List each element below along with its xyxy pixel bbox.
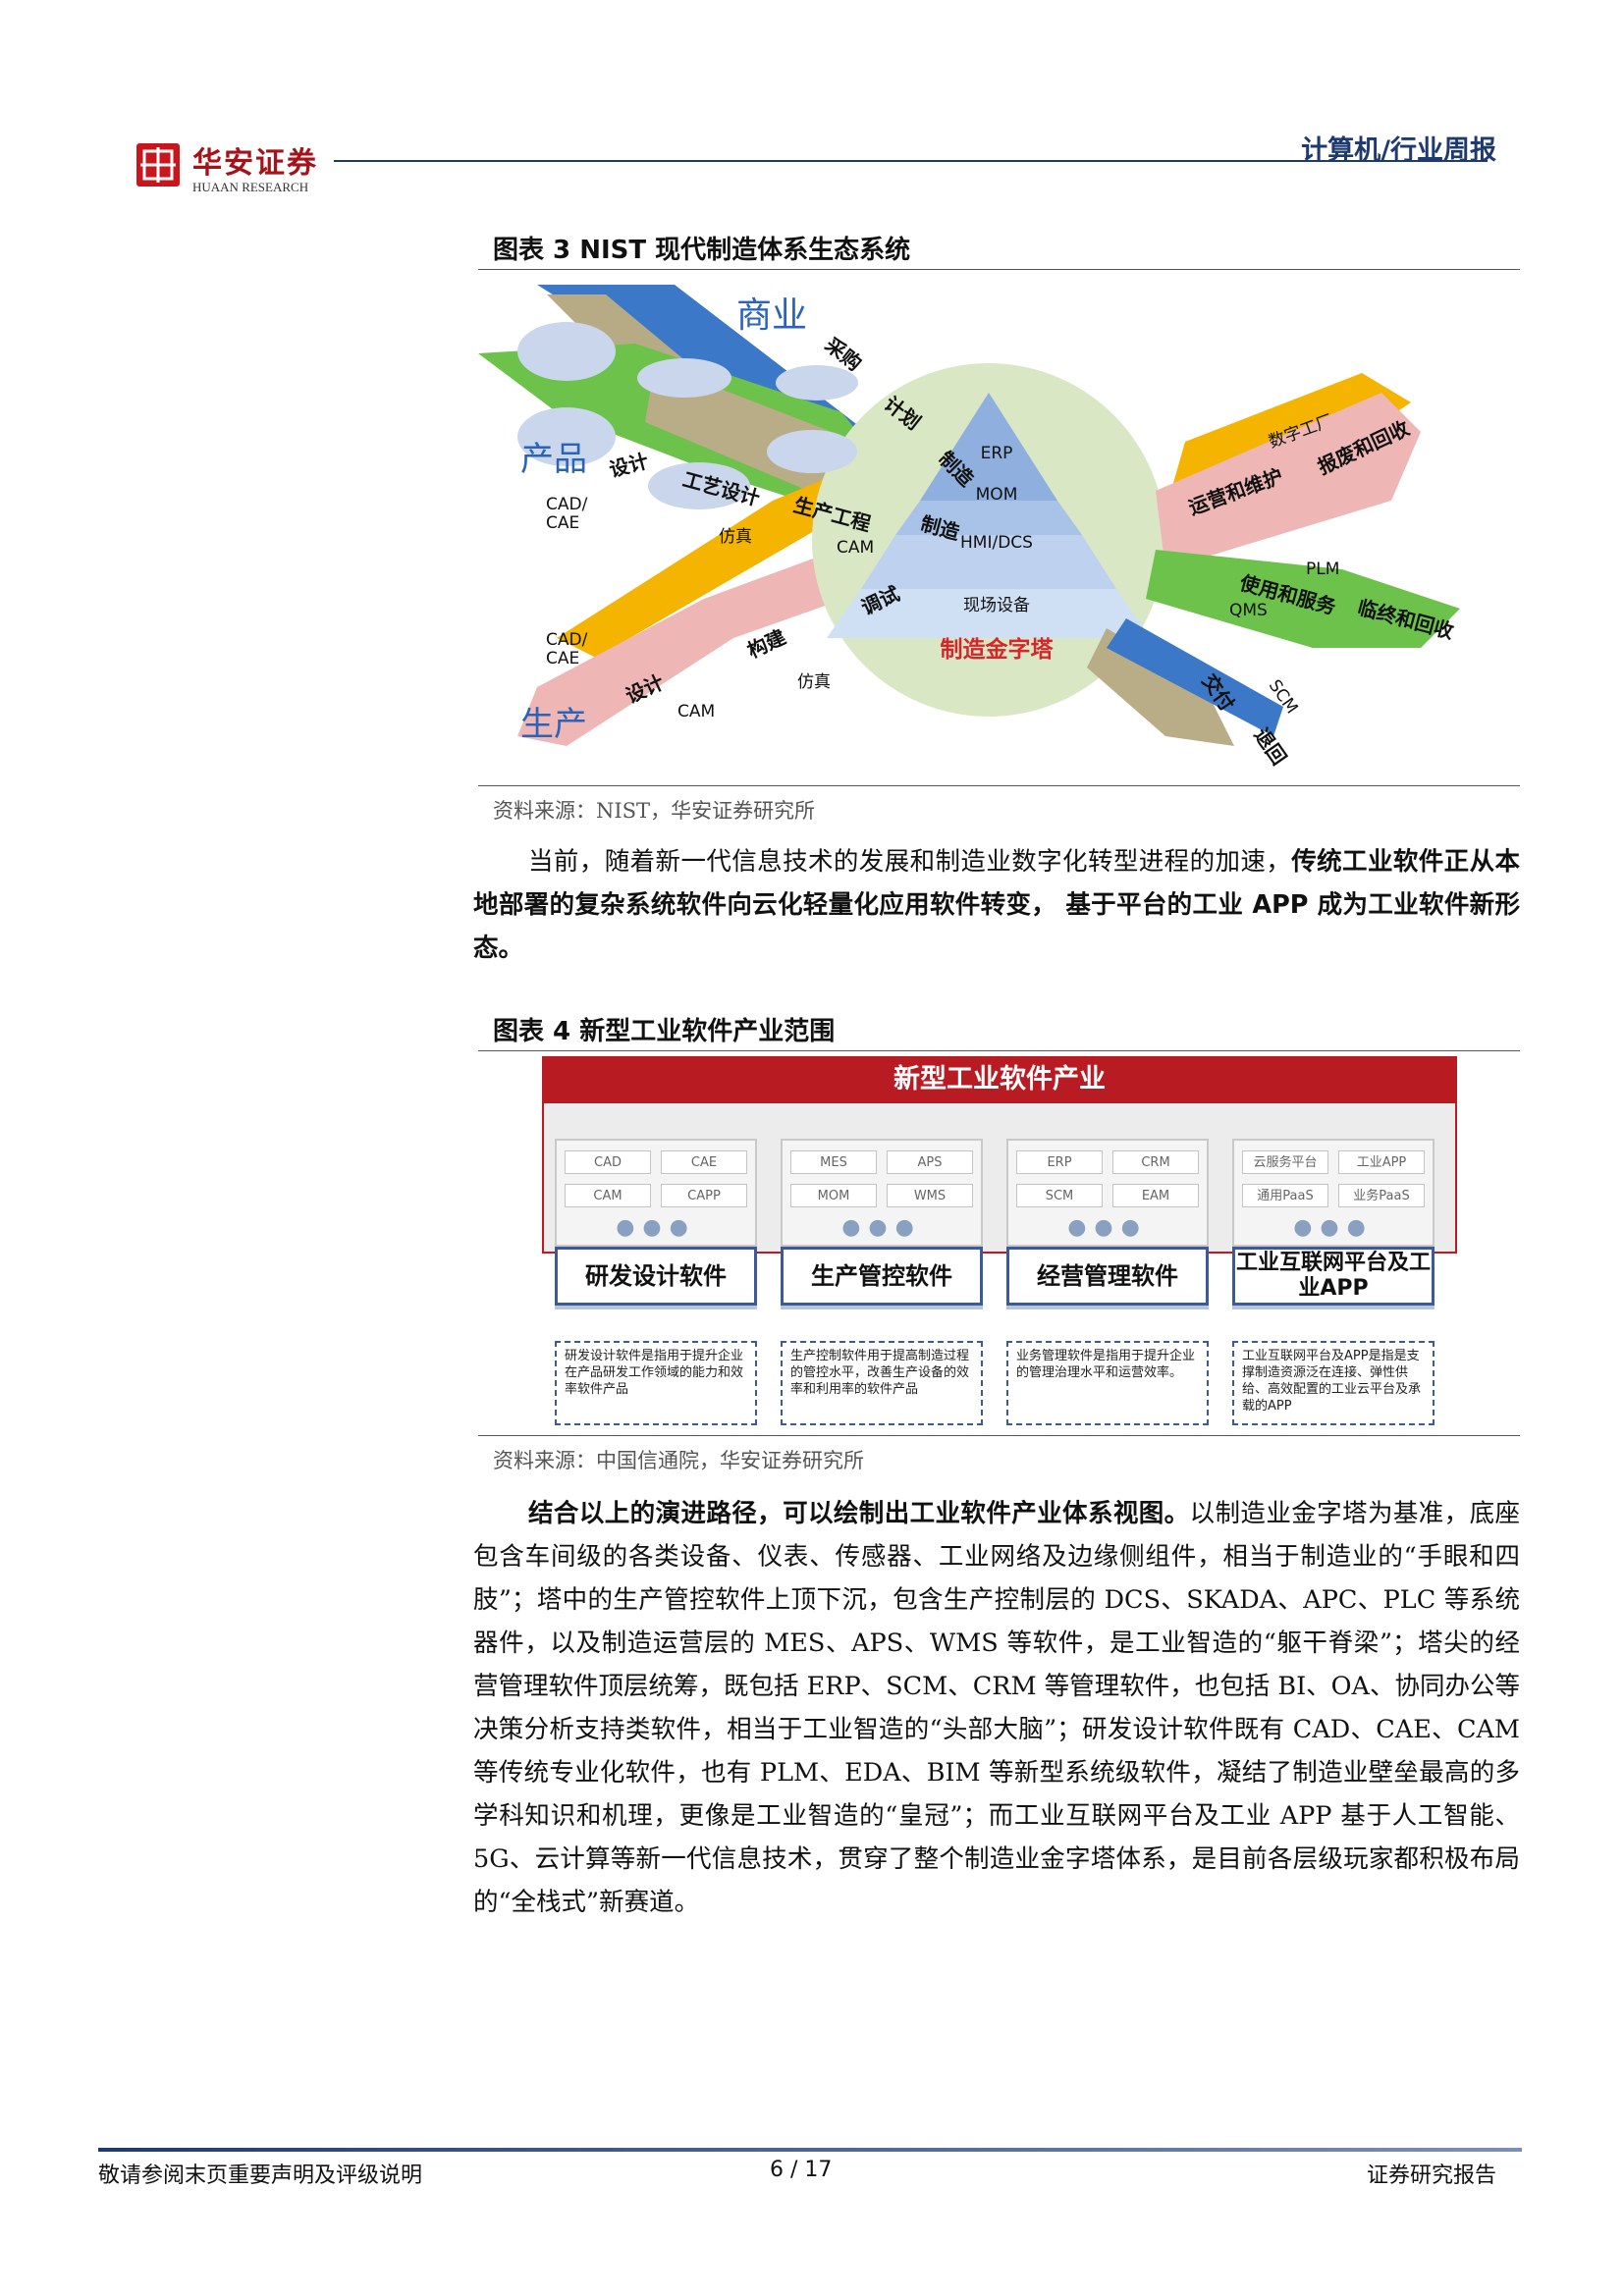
- desc-iiot-platform: 工业互联网平台及APP是指是支撑制造资源泛在连接、弹性供给、高效配置的工业云平台…: [1232, 1341, 1435, 1425]
- figure3-bottom-rule: [478, 785, 1520, 786]
- industry-scope-banner: 新型工业软件产业: [542, 1056, 1457, 1103]
- group-production-control: MES APS MOM WMS ●●●: [781, 1139, 983, 1247]
- group-cell: CAE: [661, 1150, 747, 1174]
- group-cell: CRM: [1112, 1150, 1199, 1174]
- footer-divider: [98, 2148, 1522, 2152]
- pyramid-hmi-dcs: HMI/DCS: [960, 533, 1033, 553]
- logo-mark: [136, 143, 180, 187]
- logo-english: HUAAN RESEARCH: [192, 180, 309, 194]
- group-cell: CAM: [565, 1184, 651, 1207]
- group-cell: 工业APP: [1338, 1150, 1425, 1174]
- branch-business: 商业: [736, 295, 808, 336]
- paragraph-2-bold: 结合以上的演进路径，可以绘制出工业软件产业体系视图。: [528, 1499, 1190, 1528]
- paragraph-2: 结合以上的演进路径，可以绘制出工业软件产业体系视图。以制造业金字塔为基准，底座包…: [473, 1492, 1520, 1924]
- group-business-management: ERP CRM SCM EAM ●●●: [1006, 1139, 1209, 1247]
- bubble-cam-2: CAM: [677, 702, 716, 721]
- more-dots: ●●●: [616, 1215, 696, 1240]
- figure3-title: 图表 3 NIST 现代制造体系生态系统: [493, 236, 911, 265]
- bubble-qms: QMS: [1229, 601, 1268, 620]
- paragraph-1: 当前，随着新一代信息技术的发展和制造业数字化转型进程的加速，传统工业软件正从本地…: [473, 840, 1520, 970]
- group-iiot-platform: 云服务平台 工业APP 通用PaaS 业务PaaS ●●●: [1232, 1139, 1435, 1247]
- pyramid-erp: ERP: [980, 444, 1013, 463]
- branch-production: 生产: [520, 705, 587, 744]
- figure4-source: 资料来源：中国信通院，华安证券研究所: [493, 1449, 864, 1472]
- group-cell: 业务PaaS: [1338, 1184, 1425, 1207]
- logo-name: 华安证券: [192, 146, 318, 181]
- bubble-cad-cae-1: CAD/ CAE: [546, 495, 588, 533]
- category-rd-design: 研发设计软件: [555, 1247, 757, 1306]
- figure4-top-rule: [478, 1050, 1520, 1051]
- group-cell: WMS: [887, 1184, 973, 1207]
- more-dots: ●●●: [1067, 1215, 1148, 1240]
- desc-rd-design: 研发设计软件是指用于提升企业在产品研发工作领域的能力和效率软件产品: [555, 1341, 757, 1425]
- footer-report-type: 证券研究报告: [1366, 2163, 1496, 2188]
- paragraph-1-normal: 当前，随着新一代信息技术的发展和制造业数字化转型进程的加速，: [528, 847, 1292, 877]
- pyramid-caption: 制造金字塔: [940, 637, 1054, 663]
- category-iiot-platform: 工业互联网平台及工业APP: [1232, 1247, 1435, 1306]
- branch-product: 产品: [520, 440, 587, 479]
- bubble-cad-cae-2: CAD/ CAE: [546, 630, 588, 668]
- bubble-cam-1: CAM: [837, 538, 875, 558]
- report-section: 计算机/行业周报: [1301, 135, 1496, 166]
- pyramid-field-devices: 现场设备: [963, 596, 1030, 615]
- group-cell: EAM: [1112, 1184, 1199, 1207]
- category-production-control: 生产管控软件: [781, 1247, 983, 1306]
- page-number: 6 / 17: [770, 2158, 833, 2182]
- bubble-plm: PLM: [1306, 560, 1340, 579]
- bubble-sim-1: 仿真: [719, 527, 752, 547]
- category-business-management: 经营管理软件: [1006, 1247, 1209, 1306]
- group-rd-design: CAD CAE CAM CAPP ●●●: [555, 1139, 757, 1247]
- group-cell: MES: [790, 1150, 877, 1174]
- more-dots: ●●●: [1293, 1215, 1374, 1240]
- group-cell: CAD: [565, 1150, 651, 1174]
- paragraph-2-normal: 以制造业金字塔为基准，底座包含车间级的各类设备、仪表、传感器、工业网络及边缘侧组…: [473, 1499, 1520, 1917]
- group-cell: ERP: [1016, 1150, 1103, 1174]
- figure4-title: 图表 4 新型工业软件产业范围: [493, 1017, 836, 1046]
- footer-disclaimer: 敬请参阅末页重要声明及评级说明: [98, 2163, 423, 2188]
- nist-ecosystem-diagram: [478, 285, 1460, 746]
- figure4-bottom-rule: [478, 1435, 1520, 1436]
- group-cell: 云服务平台: [1242, 1150, 1328, 1174]
- group-cell: MOM: [790, 1184, 877, 1207]
- group-cell: SCM: [1016, 1184, 1103, 1207]
- more-dots: ●●●: [841, 1215, 922, 1240]
- group-cell: 通用PaaS: [1242, 1184, 1328, 1207]
- desc-production-control: 生产控制软件用于提高制造过程的管控水平，改善生产设备的效率和利用率的软件产品: [781, 1341, 983, 1425]
- group-cell: APS: [887, 1150, 973, 1174]
- figure3-top-rule: [478, 269, 1520, 270]
- bubble-sim-2: 仿真: [797, 672, 831, 692]
- pyramid-mom: MOM: [975, 485, 1018, 505]
- desc-business-management: 业务管理软件是指用于提升企业的管理治理水平和运营效率。: [1006, 1341, 1209, 1425]
- group-cell: CAPP: [661, 1184, 747, 1207]
- figure3-source: 资料来源：NIST，华安证券研究所: [493, 799, 816, 823]
